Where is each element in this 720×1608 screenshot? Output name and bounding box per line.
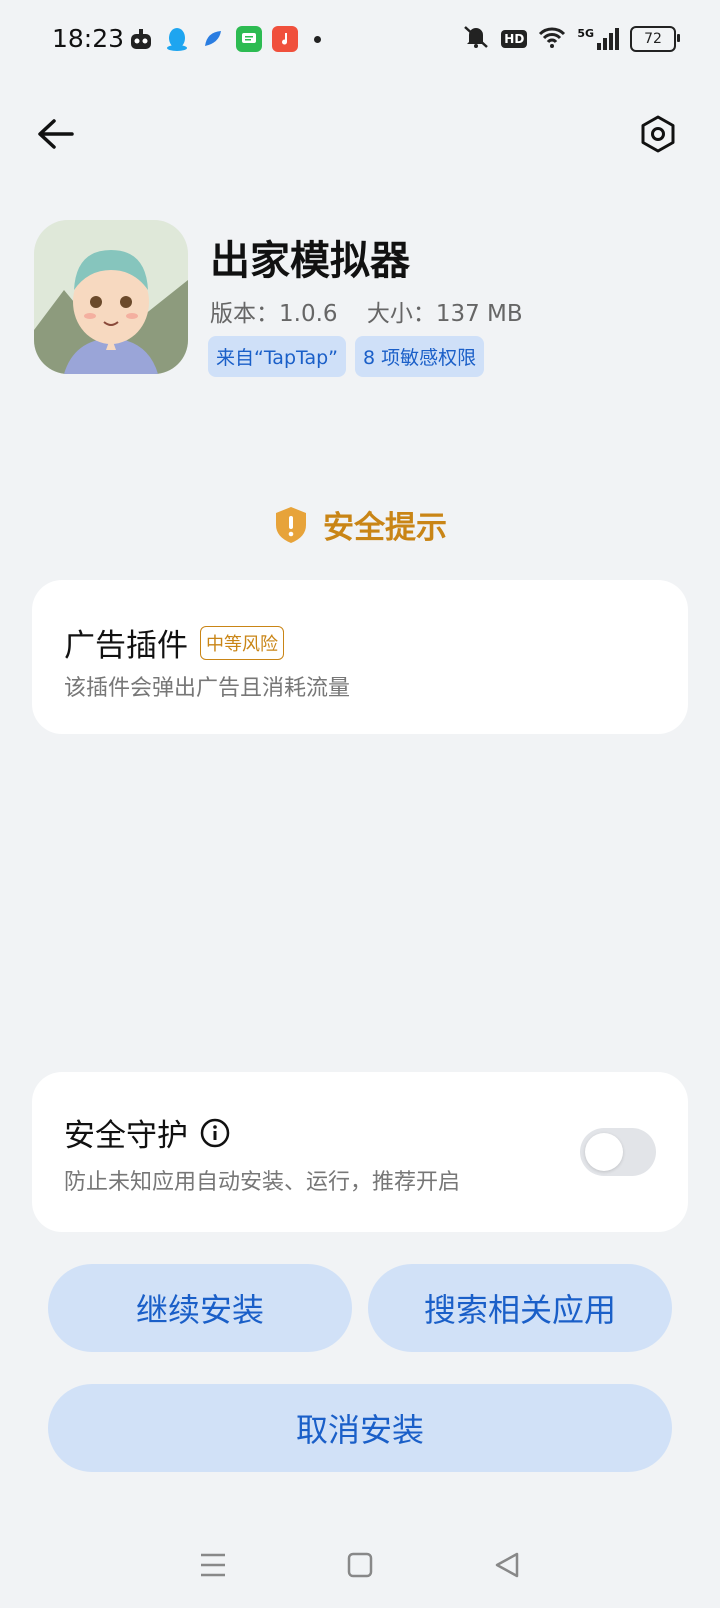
menu-nav-button[interactable] — [193, 1545, 233, 1585]
notification-icons — [128, 26, 321, 52]
system-icons: HD 5G 72 — [461, 24, 680, 54]
ad-plugin-card: 广告插件 中等风险 该插件会弹出广告且消耗流量 — [32, 580, 688, 734]
qq-icon — [164, 26, 190, 52]
app-version: 版本：1.0.6 — [210, 301, 338, 327]
continue-install-button[interactable]: 继续安装 — [48, 1264, 352, 1352]
gear-icon — [641, 115, 675, 153]
shield-warning-icon — [276, 506, 306, 543]
app-badges: 来自“TapTap” 8 项敏感权限 — [208, 336, 485, 377]
ad-plugin-desc: 该插件会弹出广告且消耗流量 — [64, 676, 351, 701]
mute-icon — [461, 24, 491, 54]
ad-plugin-heading: 广告插件 中等风险 — [64, 620, 284, 665]
app-name: 出家模拟器 — [210, 238, 410, 284]
cancel-install-button[interactable]: 取消安装 — [48, 1384, 672, 1472]
message-icon — [236, 26, 262, 52]
wifi-icon — [537, 25, 567, 53]
app-meta: 版本：1.0.6 大小：137 MB — [210, 294, 545, 328]
home-nav-button[interactable] — [340, 1545, 380, 1585]
menu-icon — [201, 1553, 226, 1577]
battery-level: 72 — [644, 31, 662, 47]
battery-icon: 72 — [630, 26, 680, 52]
settings-button[interactable] — [636, 112, 680, 156]
signal-type-label: 5G — [577, 27, 594, 40]
app-icon — [34, 220, 188, 374]
back-arrow-icon — [38, 119, 74, 149]
back-nav-button[interactable] — [487, 1545, 527, 1585]
signal-icon: 5G — [577, 27, 620, 51]
ad-plugin-title: 广告插件 — [64, 628, 188, 664]
navigation-bar — [0, 1540, 720, 1590]
guard-desc: 防止未知应用自动安装、运行，推荐开启 — [64, 1170, 461, 1195]
guard-heading: 安全守护 — [64, 1110, 230, 1155]
security-guard-card: 安全守护 防止未知应用自动安装、运行，推荐开启 — [32, 1072, 688, 1232]
safety-header: 安全提示 — [0, 502, 720, 547]
source-badge[interactable]: 来自“TapTap” — [208, 336, 347, 377]
robot-icon — [128, 26, 154, 52]
permissions-badge[interactable]: 8 项敏感权限 — [355, 336, 485, 377]
music-icon — [272, 26, 298, 52]
safety-title: 安全提示 — [323, 510, 447, 546]
info-icon[interactable] — [200, 1118, 230, 1148]
toggle-knob — [585, 1133, 623, 1171]
hd-icon: HD — [501, 30, 528, 48]
guard-toggle[interactable] — [580, 1128, 656, 1176]
feather-icon — [200, 26, 226, 52]
home-square-icon — [347, 1552, 373, 1578]
app-size: 大小：137 MB — [366, 301, 523, 327]
more-notifications-dot — [314, 35, 321, 43]
back-button[interactable] — [34, 112, 78, 156]
status-time: 18:23 — [52, 24, 125, 53]
back-triangle-icon — [495, 1552, 518, 1578]
search-related-apps-button[interactable]: 搜索相关应用 — [368, 1264, 672, 1352]
monk-avatar-icon — [34, 220, 188, 374]
risk-badge: 中等风险 — [200, 625, 284, 660]
guard-title: 安全守护 — [64, 1118, 188, 1154]
status-bar: 18:23 HD 5G 72 — [0, 0, 720, 84]
